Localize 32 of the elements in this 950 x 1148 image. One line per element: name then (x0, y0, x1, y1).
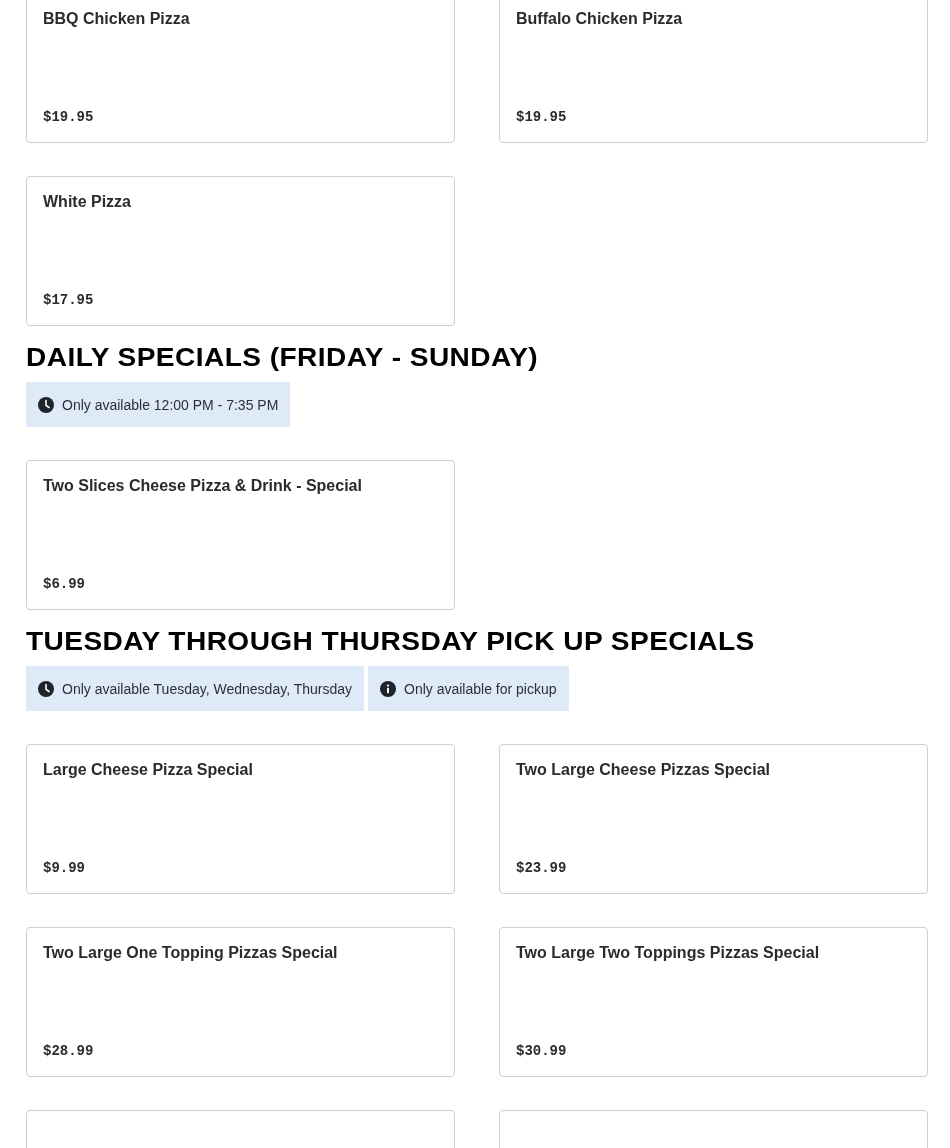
item-price: $28.99 (43, 1043, 95, 1059)
item-name: Two Large One Topping Pizzas Special (43, 943, 339, 963)
item-price: $6.99 (43, 576, 86, 592)
info-icon (380, 680, 396, 697)
item-name: Two Large Cheese Pizzas Special (516, 760, 772, 780)
item-name: Large Cheese Pizza Special (43, 760, 254, 780)
menu-item-card[interactable]: BBQ Chicken Pizza $19.95 (26, 0, 455, 143)
item-price: $9.99 (43, 860, 86, 876)
section-heading: TUESDAY THROUGH THURSDAY PICK UP SPECIALS (26, 626, 756, 656)
item-price: $17.95 (43, 292, 95, 308)
item-price: $30.99 (516, 1043, 568, 1059)
item-name: Buffalo Chicken Pizza (516, 9, 684, 29)
notice-text: Only available 12:00 PM - 7:35 PM (62, 396, 279, 413)
menu-item-card[interactable]: Two Large Two Toppings Pizzas Special $30.99 (499, 927, 928, 1077)
clock-icon (38, 396, 54, 413)
item-price: $23.99 (516, 860, 568, 876)
clock-icon (38, 680, 54, 697)
item-name: Two Large Two Toppings Pizzas Special (516, 943, 821, 963)
section-heading: DAILY SPECIALS (FRIDAY - SUNDAY) (26, 342, 540, 372)
item-name: Two Slices Cheese Pizza & Drink - Special (43, 476, 363, 496)
notice-text: Only available for pickup (404, 680, 557, 697)
item-name: BBQ Chicken Pizza (43, 9, 191, 29)
menu-item-card[interactable]: Large Cheese Pizza Special $9.99 (26, 744, 455, 894)
menu-item-card[interactable]: Two Slices Cheese Pizza & Drink - Special $6.99 (26, 460, 455, 610)
item-price: $19.95 (516, 109, 568, 125)
menu-item-card[interactable]: Buffalo Chicken Pizza $19.95 (499, 0, 928, 143)
menu-item-card[interactable]: Two Large Cheese Pizzas Special $23.99 (499, 744, 928, 894)
notice-text: Only available Tuesday, Wednesday, Thursday (62, 680, 352, 697)
menu-item-card[interactable]: White Pizza $17.95 (26, 176, 455, 326)
item-price: $19.95 (43, 109, 95, 125)
item-name: White Pizza (43, 192, 132, 212)
menu-item-card[interactable]: Two Large One Topping Pizzas Special $28.99 (26, 927, 455, 1077)
